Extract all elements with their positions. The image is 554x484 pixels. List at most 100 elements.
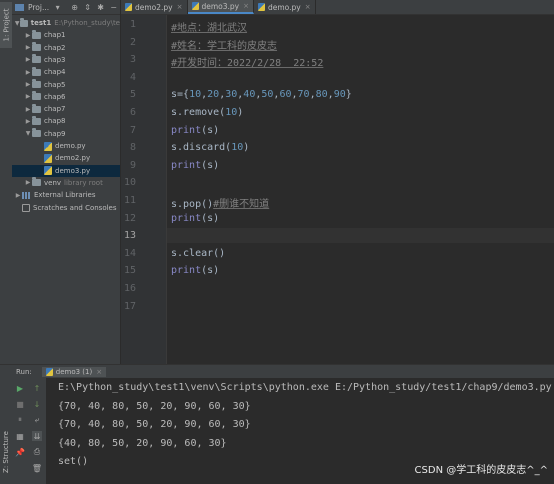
- chevron-down-icon[interactable]: ▼: [24, 130, 32, 137]
- console-line: set(): [58, 456, 89, 467]
- tree-item[interactable]: ▶ chap8: [12, 115, 120, 127]
- tree-item-label: test1: [30, 19, 52, 27]
- editor-tab[interactable]: demo2.py ×: [121, 0, 188, 14]
- folder-icon: [32, 66, 41, 76]
- editor-tab-label: demo.py: [268, 2, 301, 12]
- collapse-all-icon[interactable]: ⇕: [83, 3, 92, 12]
- code-token: (s): [201, 212, 220, 224]
- run-config-tab[interactable]: demo3 (1) ×: [41, 367, 107, 377]
- folder-icon: [32, 177, 41, 187]
- project-view-selector[interactable]: Proj...: [28, 3, 49, 12]
- code-line: print(s): [171, 125, 219, 136]
- tree-item[interactable]: ▶ chap6: [12, 91, 120, 103]
- tree-item[interactable]: demo.py: [12, 140, 120, 152]
- tree-item[interactable]: ▶ External Libraries: [12, 189, 120, 201]
- locate-target-icon[interactable]: ⊕: [70, 3, 79, 12]
- code-line: #地点：湖北武汉: [171, 19, 247, 34]
- soft-wrap-icon[interactable]: ⤶: [32, 415, 42, 425]
- chevron-right-icon[interactable]: ▶: [24, 69, 32, 76]
- layout-icon[interactable]: ▦: [15, 431, 25, 441]
- code-token: (s): [201, 124, 220, 136]
- code-line: #开发时间：2022/2/28 22:52: [171, 54, 323, 69]
- tree-item[interactable]: demo3.py: [12, 164, 120, 177]
- hide-panel-icon[interactable]: −: [109, 3, 118, 12]
- line-number: 14: [123, 247, 136, 259]
- code-number: 30: [225, 89, 238, 101]
- tree-item[interactable]: ▶ chap2: [12, 42, 120, 54]
- chevron-down-icon[interactable]: ▾: [53, 3, 62, 12]
- code-number: 40: [243, 89, 256, 101]
- chevron-right-icon[interactable]: ▶: [24, 93, 32, 100]
- python-file-icon: [44, 153, 52, 163]
- tree-item[interactable]: ▶ chap7: [12, 103, 120, 115]
- code-builtin: print: [171, 265, 202, 277]
- close-icon[interactable]: ×: [96, 368, 102, 376]
- tree-item[interactable]: ▶ venv library root: [12, 177, 120, 189]
- tree-item-label: External Libraries: [34, 191, 96, 200]
- rerun-icon[interactable]: ▶: [15, 383, 25, 393]
- scroll-up-icon[interactable]: ↑: [32, 383, 42, 393]
- run-toolbar: ▶ ↑ ■ ↓ ⏸ ⤶ ▦ ⇊ 📌 ⎙ 🗑: [12, 378, 46, 484]
- pause-icon[interactable]: ⏸: [15, 415, 25, 425]
- structure-tool-tab[interactable]: Z: Structure: [0, 426, 12, 478]
- stop-icon[interactable]: ■: [15, 399, 25, 409]
- editor-tab-label: demo3.py: [201, 1, 240, 11]
- code-line: s.remove(10): [171, 107, 243, 118]
- chevron-right-icon[interactable]: ▶: [24, 106, 32, 113]
- chevron-right-icon[interactable]: ▶: [24, 118, 32, 125]
- line-number: 17: [123, 300, 136, 312]
- tree-item[interactable]: demo2.py: [12, 152, 120, 164]
- line-number: 7: [129, 124, 136, 136]
- code-editor[interactable]: #地点：湖北武汉 #姓名：学工科的皮皮志 #开发时间：2022/2/28 22:52…: [167, 15, 554, 364]
- scroll-down-icon[interactable]: ↓: [32, 399, 42, 409]
- gear-icon[interactable]: ✱: [96, 3, 105, 12]
- tree-item[interactable]: ▼ chap9: [12, 128, 120, 140]
- tree-item-path: library root: [64, 178, 103, 187]
- tree-item[interactable]: ▼ test1 E:\Python_study\te: [12, 17, 120, 29]
- chevron-right-icon[interactable]: ▶: [24, 32, 32, 39]
- project-tool-tab-label: 1: Project: [2, 8, 10, 42]
- chevron-right-icon[interactable]: ▶: [24, 179, 32, 186]
- tree-item[interactable]: ▶ chap1: [12, 29, 120, 41]
- code-token: s={: [171, 89, 190, 101]
- code-number: 50: [261, 89, 274, 101]
- chevron-right-icon[interactable]: ▶: [14, 192, 22, 199]
- editor-tab[interactable]: demo.py ×: [254, 0, 316, 14]
- code-number: 10: [225, 107, 238, 118]
- folder-icon: [32, 54, 41, 64]
- project-tool-tab[interactable]: 1: Project: [0, 2, 12, 48]
- tree-item[interactable]: ▶ chap5: [12, 79, 120, 91]
- pin-icon[interactable]: 📌: [15, 447, 25, 457]
- line-number: 1: [129, 19, 136, 30]
- tree-item[interactable]: ▶ chap4: [12, 66, 120, 78]
- editor-tab-label: demo2.py: [135, 2, 173, 12]
- chevron-right-icon[interactable]: ▶: [24, 81, 32, 88]
- tree-item-path: E:\Python_study\te: [54, 19, 120, 27]
- python-file-icon: [125, 3, 132, 11]
- tree-item[interactable]: Scratches and Consoles: [12, 202, 120, 214]
- code-line: print(s): [171, 213, 219, 224]
- code-line: s.discard(10): [171, 142, 249, 153]
- editor-tab[interactable]: demo3.py ×: [187, 0, 254, 14]
- tree-item-label: demo.py: [55, 142, 86, 150]
- structure-tool-tab-label: Z: Structure: [2, 431, 11, 473]
- close-icon[interactable]: ×: [177, 3, 183, 11]
- code-number: 20: [207, 89, 220, 101]
- trash-icon[interactable]: 🗑: [32, 463, 42, 473]
- code-token: s.remove(: [171, 107, 226, 118]
- close-icon[interactable]: ×: [243, 2, 249, 10]
- close-icon[interactable]: ×: [305, 3, 311, 11]
- chevron-right-icon[interactable]: ▶: [24, 44, 32, 51]
- code-number: 10: [231, 142, 244, 154]
- run-label: Run:: [16, 368, 32, 376]
- line-number: 12: [123, 212, 136, 224]
- chevron-right-icon[interactable]: ▶: [24, 56, 32, 63]
- folder-icon: [32, 103, 41, 113]
- tree-item[interactable]: ▶ chap3: [12, 54, 120, 66]
- console-line: {70, 40, 80, 50, 20, 90, 60, 30}: [58, 419, 251, 430]
- project-panel: Proj... ▾ ⊕ ⇕ ✱ − ▼ test1 E:\Python_study\…: [12, 0, 121, 364]
- scroll-to-end-icon[interactable]: ⇊: [32, 431, 42, 441]
- line-number: 11: [123, 195, 136, 206]
- print-icon[interactable]: ⎙: [32, 447, 42, 457]
- code-number: 70: [297, 89, 310, 101]
